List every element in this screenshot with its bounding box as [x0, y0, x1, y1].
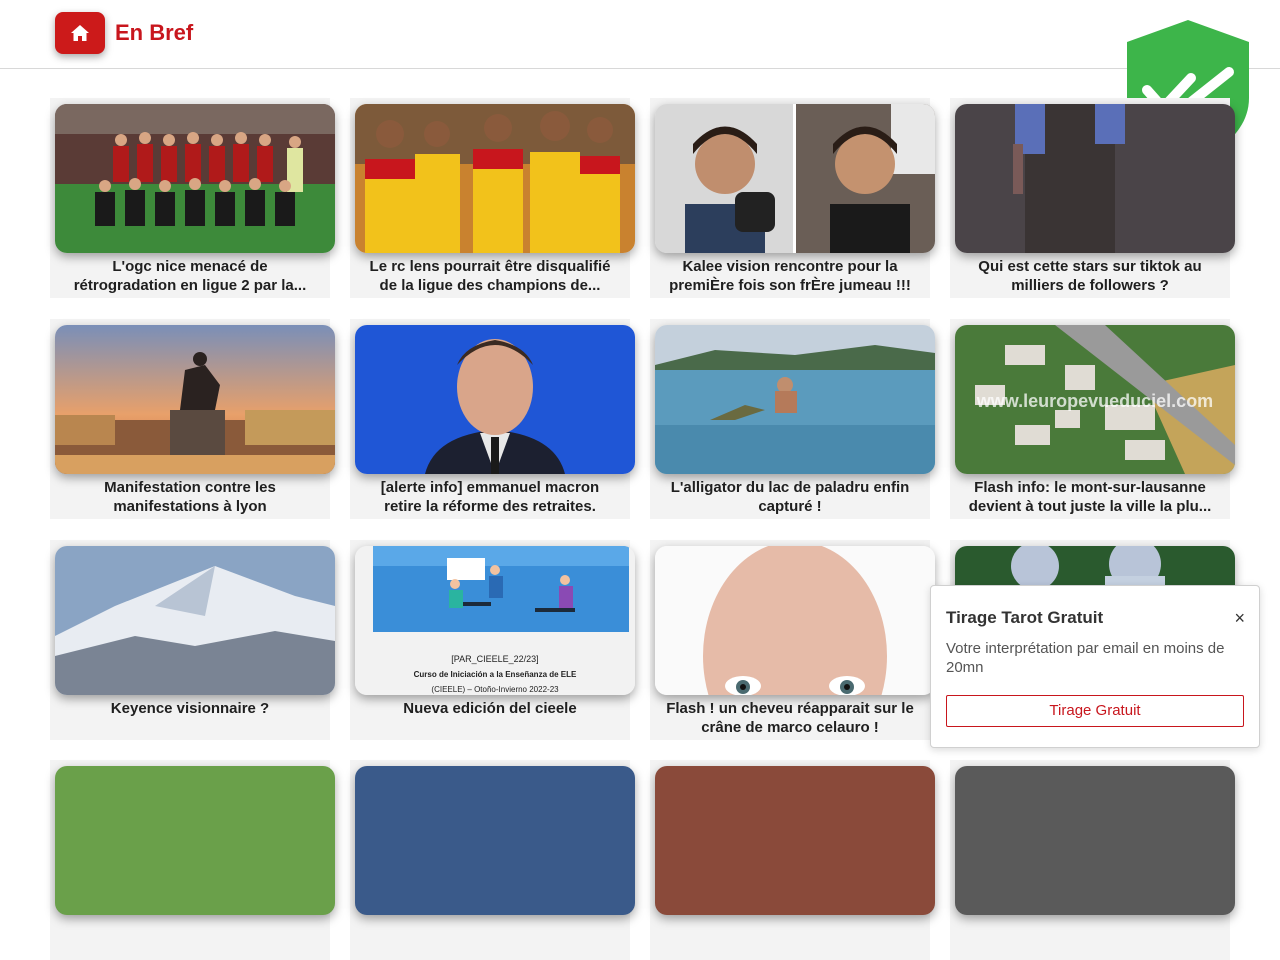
article-card[interactable]: [alerte info] emmanuel macron retire la … — [350, 319, 635, 519]
tarot-cta-button[interactable]: Tirage Gratuit — [946, 695, 1244, 727]
article-card[interactable] — [350, 760, 635, 960]
article-title[interactable]: L'ogc nice menacé de rétrogradation en l… — [50, 257, 330, 295]
article-title[interactable]: Flash ! un cheveu réapparait sur le crân… — [650, 699, 930, 737]
article-card[interactable] — [50, 760, 335, 960]
article-title[interactable]: Nueva edición del cieele — [350, 699, 630, 718]
article-image[interactable] — [55, 766, 335, 915]
article-image[interactable] — [655, 766, 935, 915]
article-image[interactable] — [355, 104, 635, 253]
home-icon — [71, 25, 89, 41]
article-image[interactable] — [655, 546, 935, 695]
article-image[interactable] — [655, 325, 935, 474]
article-title[interactable]: Flash info: le mont-sur-lausanne devient… — [950, 478, 1230, 516]
poster-course: Curso de Iniciación a la Enseñanza de EL… — [414, 670, 577, 679]
article-card[interactable]: Keyence visionnaire ? — [50, 540, 335, 740]
article-card[interactable]: Manifestation contre les manifestations … — [50, 319, 335, 519]
article-image[interactable]: www.leuropevueduciel.com — [955, 325, 1235, 474]
article-card[interactable]: L'alligator du lac de paladru enfin capt… — [650, 319, 935, 519]
article-card[interactable]: Kalee vision rencontre pour la premiÈre … — [650, 98, 935, 298]
article-title[interactable]: Le rc lens pourrait être disqualifié de … — [350, 257, 630, 295]
popup-title: Tirage Tarot Gratuit — [946, 608, 1104, 627]
article-card[interactable]: [PAR_CIEELE_22/23] Curso de Iniciación a… — [350, 540, 635, 740]
article-image[interactable] — [955, 766, 1235, 915]
article-image[interactable] — [55, 546, 335, 695]
article-image[interactable] — [55, 104, 335, 253]
article-image[interactable] — [955, 104, 1235, 253]
article-card[interactable] — [950, 760, 1235, 960]
article-card[interactable]: L'ogc nice menacé de rétrogradation en l… — [50, 98, 335, 298]
tarot-popup: Tirage Tarot Gratuit × Votre interprétat… — [930, 585, 1260, 748]
article-card[interactable]: www.leuropevueduciel.com Flash info: le … — [950, 319, 1235, 519]
home-button[interactable] — [55, 12, 105, 54]
popup-description: Votre interprétation par email en moins … — [946, 640, 1225, 676]
article-image[interactable] — [355, 325, 635, 474]
article-title[interactable]: Qui est cette stars sur tiktok au millie… — [950, 257, 1230, 295]
article-card[interactable]: Le rc lens pourrait être disqualifié de … — [350, 98, 635, 298]
article-title[interactable]: Manifestation contre les manifestations … — [50, 478, 330, 516]
article-image[interactable] — [355, 766, 635, 915]
article-image[interactable]: [PAR_CIEELE_22/23] Curso de Iniciación a… — [355, 546, 635, 695]
article-card[interactable] — [650, 760, 935, 960]
top-bar: En Bref — [0, 0, 1280, 69]
article-title[interactable]: [alerte info] emmanuel macron retire la … — [350, 478, 630, 516]
watermark-text: www.leuropevueduciel.com — [976, 391, 1213, 411]
article-image[interactable] — [55, 325, 335, 474]
poster-code: [PAR_CIEELE_22/23] — [451, 654, 538, 664]
close-icon[interactable]: × — [1234, 608, 1245, 629]
article-card[interactable]: Qui est cette stars sur tiktok au millie… — [950, 98, 1235, 298]
site-brand[interactable]: En Bref — [115, 20, 193, 46]
article-card[interactable]: Flash ! un cheveu réapparait sur le crân… — [650, 540, 935, 740]
poster-season: (CIEELE) – Otoño-Invierno 2022-23 — [431, 685, 559, 694]
article-image[interactable] — [655, 104, 935, 253]
article-title[interactable]: Keyence visionnaire ? — [50, 699, 330, 718]
article-title[interactable]: Kalee vision rencontre pour la premiÈre … — [650, 257, 930, 295]
article-title[interactable]: L'alligator du lac de paladru enfin capt… — [650, 478, 930, 516]
